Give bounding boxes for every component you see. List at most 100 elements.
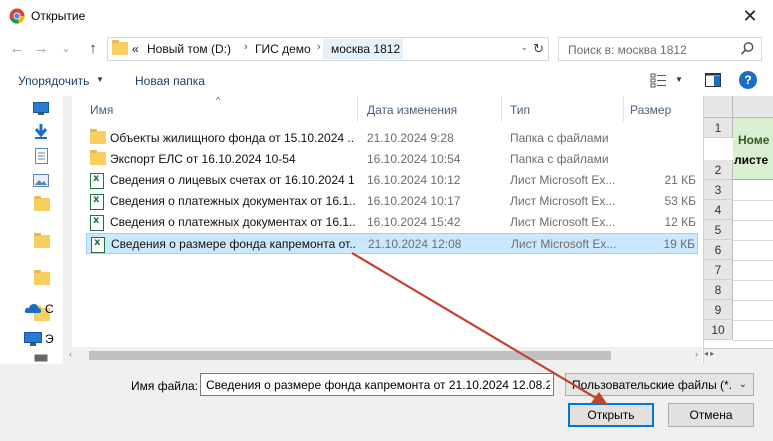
file-name: Экспорт ЕЛС от 16.10.2024 10-54 bbox=[110, 152, 296, 166]
gridline bbox=[733, 240, 773, 241]
column-header-size[interactable]: Размер bbox=[630, 103, 671, 117]
onedrive-icon[interactable] bbox=[24, 302, 42, 314]
file-row[interactable]: Сведения о платежных документах от 16.1.… bbox=[86, 191, 698, 212]
recent-locations-button[interactable]: ⌄ bbox=[55, 38, 77, 60]
breadcrumb-drive[interactable]: Новый том (D:) bbox=[147, 42, 231, 56]
downloads-icon[interactable] bbox=[34, 123, 48, 139]
pictures-icon[interactable] bbox=[33, 174, 49, 187]
row-number: 4 bbox=[704, 200, 733, 220]
open-button[interactable]: Открыть bbox=[568, 403, 654, 427]
search-input[interactable]: Поиск в: москва 1812 bbox=[558, 37, 762, 61]
organize-button[interactable]: Упорядочить bbox=[18, 74, 89, 88]
address-dropdown-icon[interactable]: ⌄ bbox=[520, 42, 528, 53]
file-date: 16.10.2024 10:54 bbox=[367, 152, 461, 166]
column-header-type[interactable]: Тип bbox=[510, 103, 530, 117]
row-number: 9 bbox=[704, 300, 733, 320]
row-number: 1 bbox=[704, 118, 733, 138]
folder-icon[interactable] bbox=[34, 270, 50, 285]
horizontal-scrollbar[interactable]: ‹ › bbox=[67, 347, 702, 364]
file-name: Объекты жилищного фонда от 15.10.2024 ..… bbox=[110, 131, 355, 145]
file-name: Сведения о платежных документах от 16.1.… bbox=[110, 215, 355, 229]
navigation-pane[interactable]: С Э bbox=[0, 96, 54, 366]
file-date: 21.10.2024 9:28 bbox=[367, 131, 454, 145]
folder-icon[interactable] bbox=[34, 233, 50, 248]
header-cell-text: листе bbox=[734, 153, 769, 167]
onedrive-label[interactable]: С bbox=[45, 302, 54, 316]
gridline bbox=[733, 280, 773, 281]
file-size: 53 КБ bbox=[664, 194, 696, 208]
file-row[interactable]: Сведения о лицевых счетах от 16.10.2024 … bbox=[86, 170, 698, 191]
folder-icon[interactable] bbox=[34, 196, 50, 211]
file-type: Лист Microsoft Ex... bbox=[510, 215, 616, 229]
column-header-name[interactable]: Имя bbox=[90, 103, 113, 117]
file-date: 16.10.2024 10:12 bbox=[367, 173, 461, 187]
gridline bbox=[733, 340, 773, 341]
gridline bbox=[733, 200, 773, 201]
gridline bbox=[733, 220, 773, 221]
file-row[interactable]: Объекты жилищного фонда от 15.10.2024 ..… bbox=[86, 128, 698, 149]
file-type-select[interactable]: Пользовательские файлы (*.x ⌄ bbox=[565, 373, 754, 396]
excel-file-icon bbox=[90, 215, 104, 231]
sheet-column-header bbox=[733, 96, 773, 118]
this-pc-icon[interactable] bbox=[24, 332, 42, 346]
column-divider[interactable] bbox=[357, 96, 358, 122]
view-options-icon[interactable] bbox=[650, 72, 668, 88]
row-number: 3 bbox=[704, 180, 733, 200]
preview-pane-icon[interactable] bbox=[705, 73, 721, 87]
filename-label: Имя файла: bbox=[131, 379, 198, 393]
help-icon[interactable]: ? bbox=[739, 71, 757, 89]
search-icon bbox=[740, 42, 754, 55]
search-placeholder: Поиск в: москва 1812 bbox=[568, 43, 687, 57]
file-date: 16.10.2024 15:42 bbox=[367, 215, 461, 229]
file-row[interactable]: Экспорт ЕЛС от 16.10.2024 10-54 16.10.20… bbox=[86, 149, 698, 170]
column-divider[interactable] bbox=[501, 96, 502, 122]
breadcrumb-overflow[interactable]: « bbox=[132, 42, 139, 56]
excel-file-icon bbox=[91, 237, 105, 253]
gridline bbox=[733, 320, 773, 321]
column-divider[interactable] bbox=[623, 96, 624, 122]
scroll-right-icon[interactable]: › bbox=[695, 349, 698, 359]
row-number: 10 bbox=[704, 320, 733, 340]
breadcrumb-current[interactable]: москва 1812 bbox=[331, 42, 400, 56]
sheet-corner bbox=[704, 96, 733, 118]
documents-icon[interactable] bbox=[35, 148, 48, 164]
file-name: Сведения о лицевых счетах от 16.10.2024 … bbox=[110, 173, 355, 187]
file-row[interactable]: Сведения о платежных документах от 16.1.… bbox=[86, 212, 698, 233]
window-title: Открытие bbox=[31, 9, 86, 23]
refresh-icon[interactable]: ↻ bbox=[533, 41, 544, 57]
chevron-down-icon[interactable]: ▼ bbox=[675, 75, 683, 84]
file-type: Лист Microsoft Ex... bbox=[510, 194, 616, 208]
title-bar: Открытие ✕ bbox=[0, 0, 773, 32]
up-folder-button[interactable]: ↑ bbox=[82, 38, 104, 60]
breadcrumb-gis[interactable]: ГИС демо bbox=[255, 42, 311, 56]
folder-icon bbox=[90, 129, 106, 144]
filename-field[interactable]: Сведения о размере фонда капремонта от 2… bbox=[200, 373, 554, 396]
new-folder-button[interactable]: Новая папка bbox=[135, 74, 205, 88]
file-type-value: Пользовательские файлы (*.x bbox=[572, 378, 732, 392]
file-name: Сведения о размере фонда капремонта от..… bbox=[111, 237, 356, 251]
file-row-selected[interactable]: Сведения о размере фонда капремонта от..… bbox=[86, 233, 698, 254]
chevron-down-icon[interactable]: ▼ bbox=[96, 75, 104, 84]
file-type: Папка с файлами bbox=[510, 152, 609, 166]
scrollbar-thumb[interactable] bbox=[89, 351, 611, 360]
back-button[interactable]: ← bbox=[6, 38, 28, 60]
excel-file-icon bbox=[90, 194, 104, 210]
breadcrumb-separator[interactable]: › bbox=[317, 41, 321, 53]
desktop-icon[interactable] bbox=[33, 102, 49, 115]
forward-button[interactable]: → bbox=[30, 38, 52, 60]
this-pc-label[interactable]: Э bbox=[45, 332, 54, 346]
file-type: Лист Microsoft Ex... bbox=[511, 237, 617, 251]
file-size: 12 КБ bbox=[664, 215, 696, 229]
column-header-date[interactable]: Дата изменения bbox=[367, 103, 457, 117]
close-button[interactable]: ✕ bbox=[727, 0, 773, 32]
breadcrumb-separator[interactable]: › bbox=[244, 41, 248, 53]
filename-value: Сведения о размере фонда капремонта от 2… bbox=[206, 378, 550, 392]
drive-icon[interactable] bbox=[34, 354, 48, 362]
file-name: Сведения о платежных документах от 16.1.… bbox=[110, 194, 355, 208]
excel-file-icon bbox=[90, 173, 104, 189]
scroll-left-icon[interactable]: ‹ bbox=[69, 349, 72, 359]
cancel-button[interactable]: Отмена bbox=[668, 403, 754, 427]
address-bar[interactable]: « Новый том (D:) › ГИС демо › москва 181… bbox=[107, 37, 549, 61]
navigation-pane-scrollbar[interactable] bbox=[63, 96, 72, 366]
file-date: 21.10.2024 12:08 bbox=[368, 237, 462, 251]
